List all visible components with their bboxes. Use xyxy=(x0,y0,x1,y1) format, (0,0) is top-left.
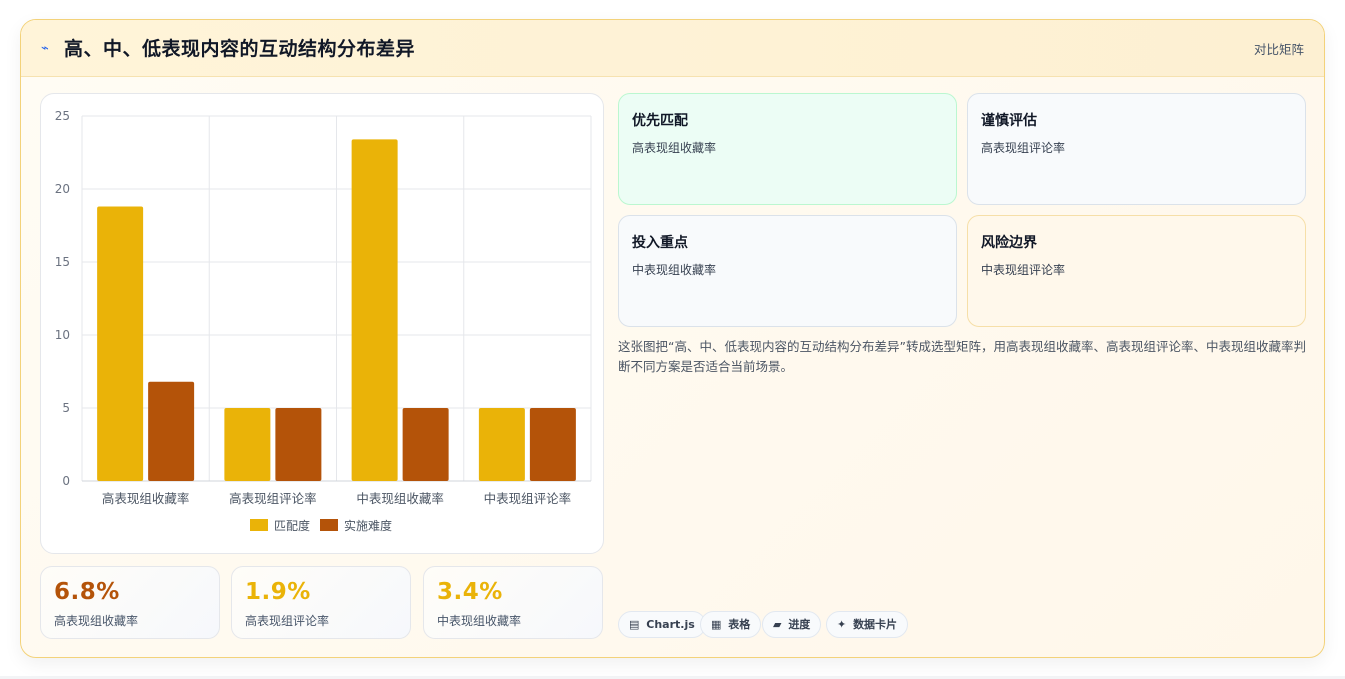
chip-label: Chart.js xyxy=(646,618,695,631)
cell-title: 谨慎评估 xyxy=(981,113,1037,129)
bar-match xyxy=(351,139,398,482)
chip-table[interactable]: ▦ 表格 xyxy=(700,611,762,638)
stat-label: 中表现组收藏率 xyxy=(437,614,522,628)
chart-icon: ▤ xyxy=(629,618,640,631)
bar-difficulty xyxy=(148,381,195,481)
legend-label: 实施难度 xyxy=(344,518,392,533)
stat-value: 1.9% xyxy=(245,579,311,605)
x-tick-label: 中表现组收藏率 xyxy=(356,491,444,506)
legend-swatch xyxy=(250,519,268,531)
y-tick-label: 0 xyxy=(62,474,70,488)
legend-swatch xyxy=(320,519,338,531)
bar-difficulty xyxy=(402,408,449,481)
stat-value: 3.4% xyxy=(437,579,503,605)
cell-subtitle: 中表现组评论率 xyxy=(981,263,1066,277)
bar-difficulty xyxy=(275,408,322,481)
matrix-tag: 对比矩阵 xyxy=(1253,42,1304,57)
progress-icon: ▰ xyxy=(773,618,782,631)
stat-label: 高表现组评论率 xyxy=(245,614,330,628)
matrix-cell-risk[interactable]: 风险边界 中表现组评论率 xyxy=(967,215,1306,327)
y-tick-label: 5 xyxy=(62,401,70,415)
x-tick-label: 高表现组收藏率 xyxy=(102,491,190,506)
x-tick-label: 高表现组评论率 xyxy=(229,491,317,506)
bar-chart-panel: 0 5 10 15 20 25 高表现组收藏率 高表现组评论率 中表现组收藏率 中表现组评论率匹配… xyxy=(40,93,604,554)
bar-match xyxy=(224,408,271,481)
stat-card-3: 3.4% 中表现组收藏率 xyxy=(423,566,603,639)
cell-title: 风险边界 xyxy=(981,235,1037,251)
stat-value: 6.8% xyxy=(54,579,120,605)
matrix-description: 这张图把“高、中、低表现内容的互动结构分布差异”转成选型矩阵，用高表现组收藏率、… xyxy=(618,339,1306,374)
y-tick-label: 25 xyxy=(55,109,70,123)
y-tick-label: 20 xyxy=(55,182,70,196)
matrix-cell-focus[interactable]: 投入重点 中表现组收藏率 xyxy=(618,215,957,327)
stat-label: 高表现组收藏率 xyxy=(54,614,139,628)
y-tick-label: 15 xyxy=(55,255,70,269)
cell-subtitle: 中表现组收藏率 xyxy=(632,263,717,277)
chip-label: 进度 xyxy=(788,618,811,631)
table-icon: ▦ xyxy=(711,618,722,631)
cell-subtitle: 高表现组评论率 xyxy=(981,141,1066,155)
bar-difficulty xyxy=(529,408,576,481)
stat-card-1: 6.8% 高表现组收藏率 xyxy=(40,566,220,639)
bar-match xyxy=(97,206,144,481)
chip-chartjs[interactable]: ▤ Chart.js xyxy=(618,611,706,638)
matrix-cell-caution[interactable]: 谨慎评估 高表现组评论率 xyxy=(967,93,1306,205)
sparkline-icon: ⌁ xyxy=(41,41,49,56)
stat-card-2: 1.9% 高表现组评论率 xyxy=(231,566,411,639)
chip-progress[interactable]: ▰ 进度 xyxy=(762,611,822,638)
y-tick-label: 10 xyxy=(55,328,70,342)
comparison-card: ⌁ 高、中、低表现内容的互动结构分布差异 对比矩阵 0 5 10 15 20 25 高表现组… xyxy=(20,19,1325,658)
bar-match xyxy=(478,408,525,481)
chip-label: 数据卡片 xyxy=(853,618,898,631)
x-tick-label: 中表现组评论率 xyxy=(484,491,572,506)
page-title: 高、中、低表现内容的互动结构分布差异 xyxy=(64,38,416,60)
cell-title: 投入重点 xyxy=(632,235,688,251)
chip-data-card[interactable]: ✦ 数据卡片 xyxy=(826,611,909,638)
bar-chart: 0 5 10 15 20 25 高表现组收藏率 高表现组评论率 中表现组收藏率 中表现组评论率匹配… xyxy=(55,109,592,533)
cell-title: 优先匹配 xyxy=(632,113,688,129)
chip-label: 表格 xyxy=(728,618,751,631)
matrix-cell-priority[interactable]: 优先匹配 高表现组收藏率 xyxy=(618,93,957,205)
legend-label: 匹配度 xyxy=(274,518,310,533)
card-header: ⌁ 高、中、低表现内容的互动结构分布差异 对比矩阵 xyxy=(21,20,1324,77)
cell-subtitle: 高表现组收藏率 xyxy=(632,141,717,155)
data-card-icon: ✦ xyxy=(837,618,847,631)
